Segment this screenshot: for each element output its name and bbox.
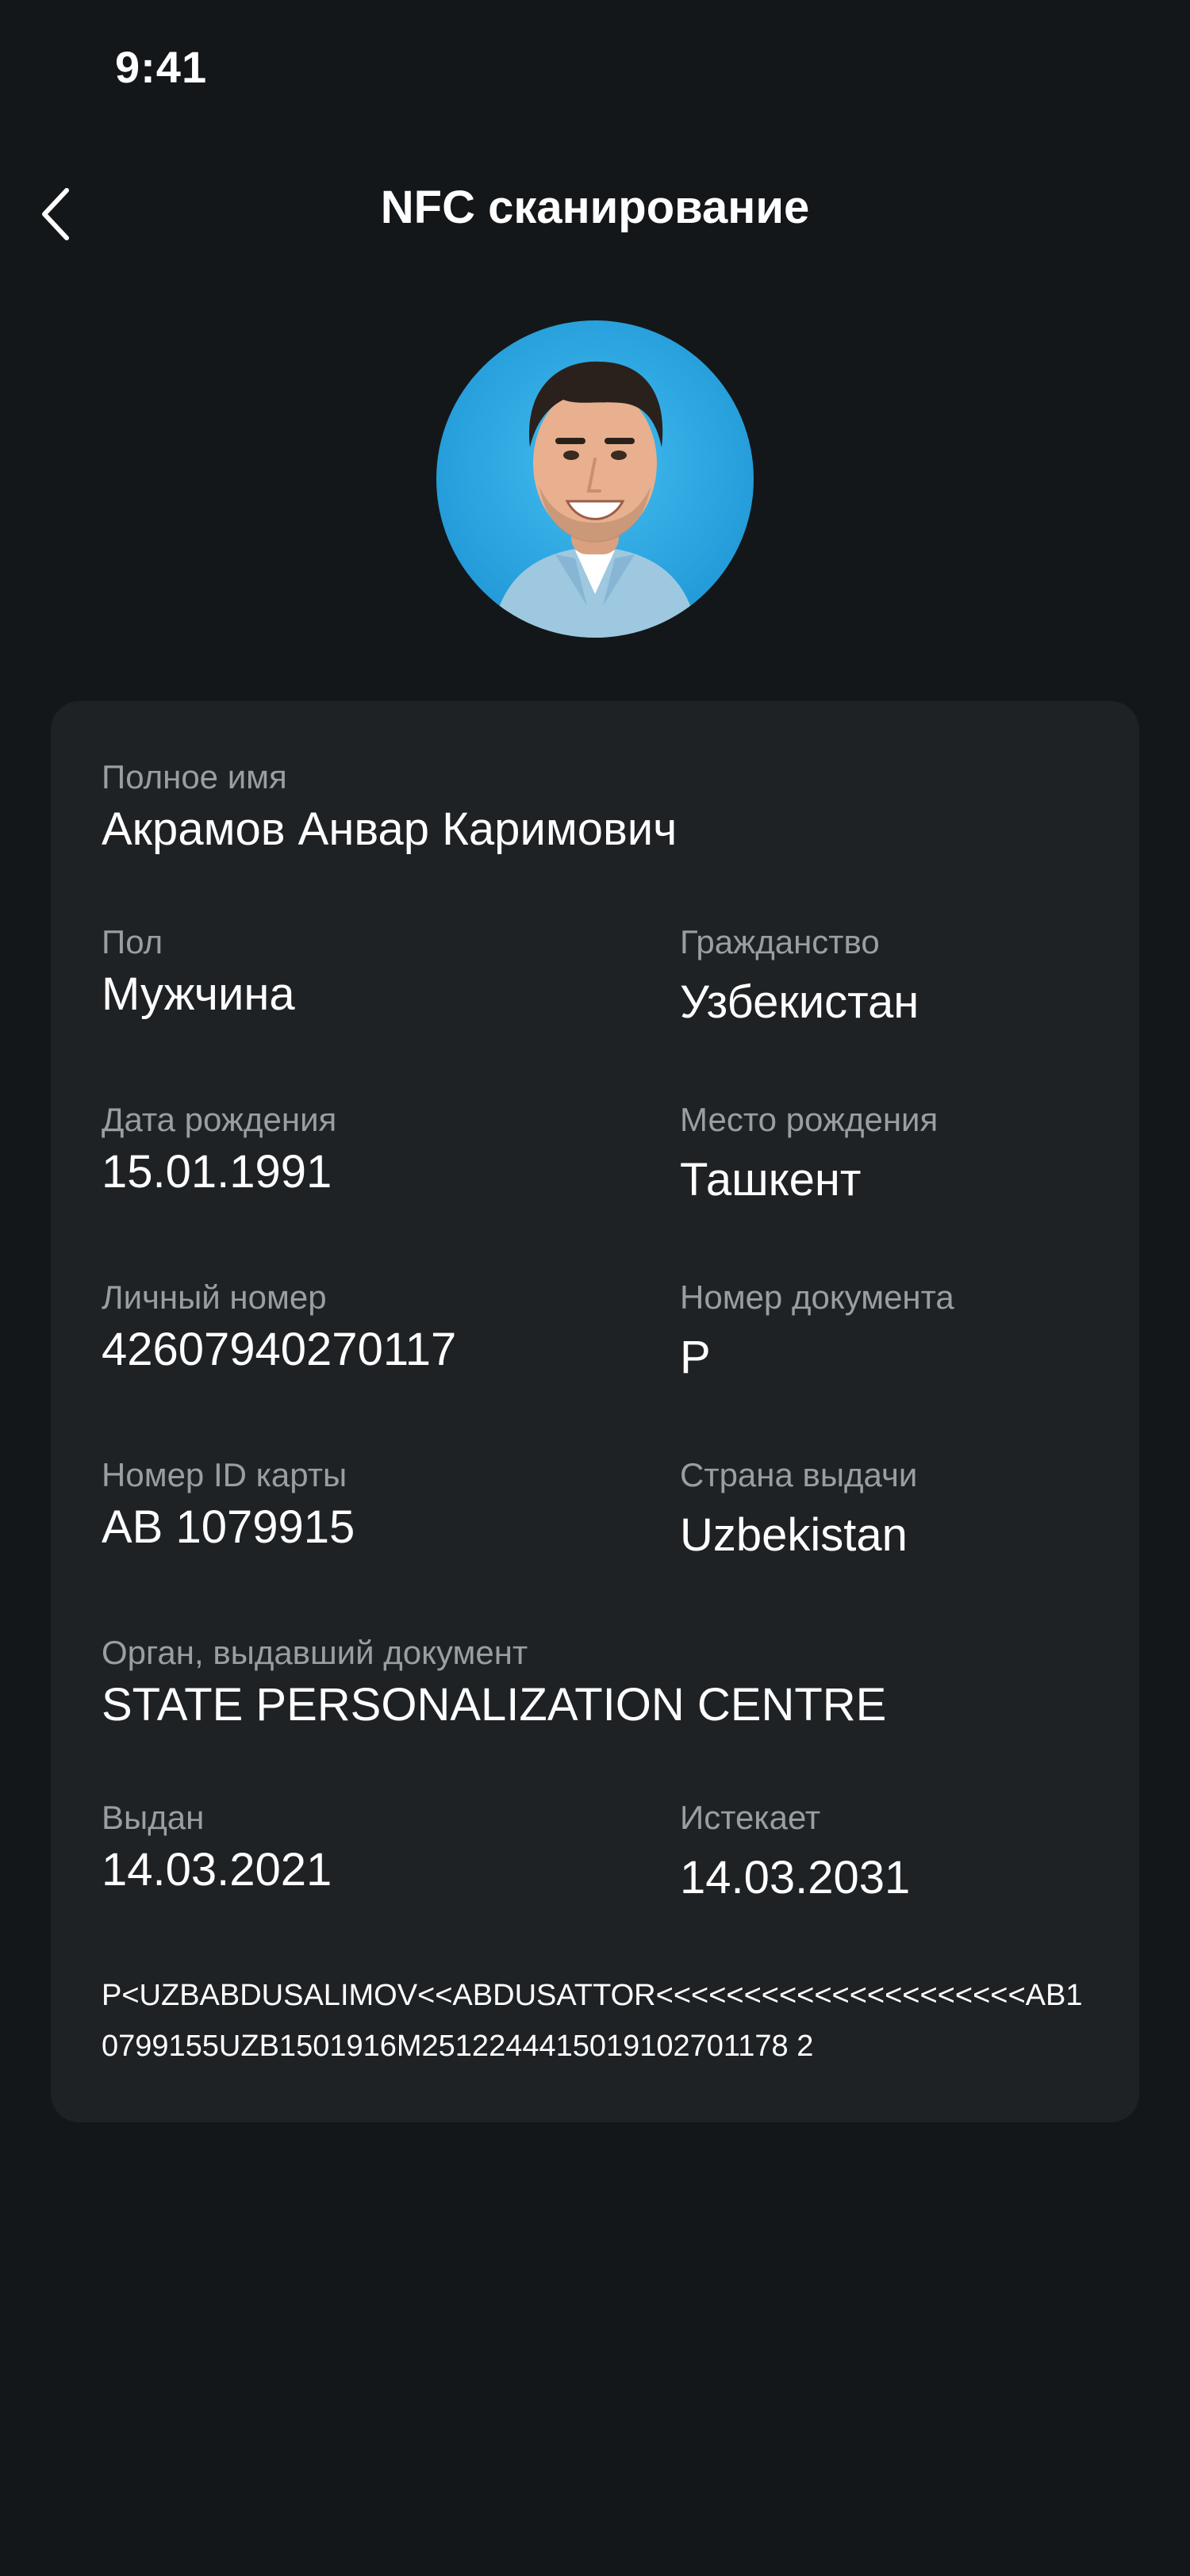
- id-card-number-label: Номер ID карты: [102, 1456, 347, 1493]
- mrz-block: P<UZBABDUSALIMOV<<ABDUSATTOR<<<<<<<<<<<<…: [102, 1970, 1125, 2072]
- personal-number-field: Личный номер 42607940270117: [102, 1277, 456, 1378]
- citizenship-value: Узбекистан: [680, 976, 919, 1028]
- issued-field: Выдан 14.03.2021: [102, 1797, 332, 1899]
- birth-place-field: Место рождения Ташкент: [680, 1099, 938, 1209]
- mrz-line-1: P<UZBABDUSALIMOV<<ABDUSATTOR<<<<<<<<<<<<…: [102, 1979, 1083, 2012]
- birth-date-label: Дата рождения: [102, 1101, 337, 1138]
- avatar: [436, 320, 754, 638]
- status-time: 9:41: [115, 42, 208, 92]
- page-title: NFC сканирование: [380, 182, 810, 233]
- mrz-line-2: 0799155UZB1501916M2512244415019102701178…: [102, 2030, 814, 2063]
- issuing-country-field: Страна выдачи Uzbekistan: [680, 1455, 917, 1564]
- id-card-number-field: Номер ID карты AB 1079915: [102, 1455, 355, 1556]
- document-number-field: Номер документа P: [680, 1277, 954, 1386]
- expires-value: 14.03.2031: [680, 1852, 911, 1903]
- personal-number-value: 42607940270117: [102, 1324, 457, 1375]
- birth-date-field: Дата рождения 15.01.1991: [102, 1099, 336, 1201]
- document-number-value: P: [680, 1332, 711, 1383]
- issued-value: 14.03.2021: [102, 1844, 332, 1896]
- full-name-value: Акрамов Анвар Каримович: [102, 803, 678, 855]
- gender-field: Пол Мужчина: [102, 922, 295, 1023]
- issuing-authority-field: Орган, выдавший документ STATE PERSONALI…: [102, 1632, 886, 1734]
- birth-place-label: Место рождения: [680, 1101, 939, 1138]
- passport-details-card: Полное имя Акрамов Анвар Каримович Пол М…: [51, 701, 1139, 2122]
- citizenship-field: Гражданство Узбекистан: [680, 922, 919, 1031]
- full-name-field: Полное имя Акрамов Анвар Каримович: [102, 757, 677, 858]
- issuing-authority-value: STATE PERSONALIZATION CENTRE: [102, 1679, 887, 1731]
- birth-place-value: Ташкент: [680, 1154, 862, 1206]
- issuing-authority-label: Орган, выдавший документ: [102, 1634, 528, 1671]
- issued-label: Выдан: [102, 1799, 205, 1836]
- expires-field: Истекает 14.03.2031: [680, 1797, 910, 1907]
- document-number-label: Номер документа: [680, 1278, 954, 1316]
- personal-number-label: Личный номер: [102, 1278, 327, 1316]
- expires-label: Истекает: [680, 1799, 821, 1836]
- issuing-country-value: Uzbekistan: [680, 1509, 908, 1561]
- gender-value: Мужчина: [102, 968, 295, 1020]
- full-name-label: Полное имя: [102, 758, 287, 795]
- birth-date-value: 15.01.1991: [102, 1146, 332, 1198]
- gender-label: Пол: [102, 923, 163, 960]
- id-card-number-value: AB 1079915: [102, 1501, 355, 1553]
- issuing-country-label: Страна выдачи: [680, 1456, 918, 1493]
- citizenship-label: Гражданство: [680, 923, 880, 960]
